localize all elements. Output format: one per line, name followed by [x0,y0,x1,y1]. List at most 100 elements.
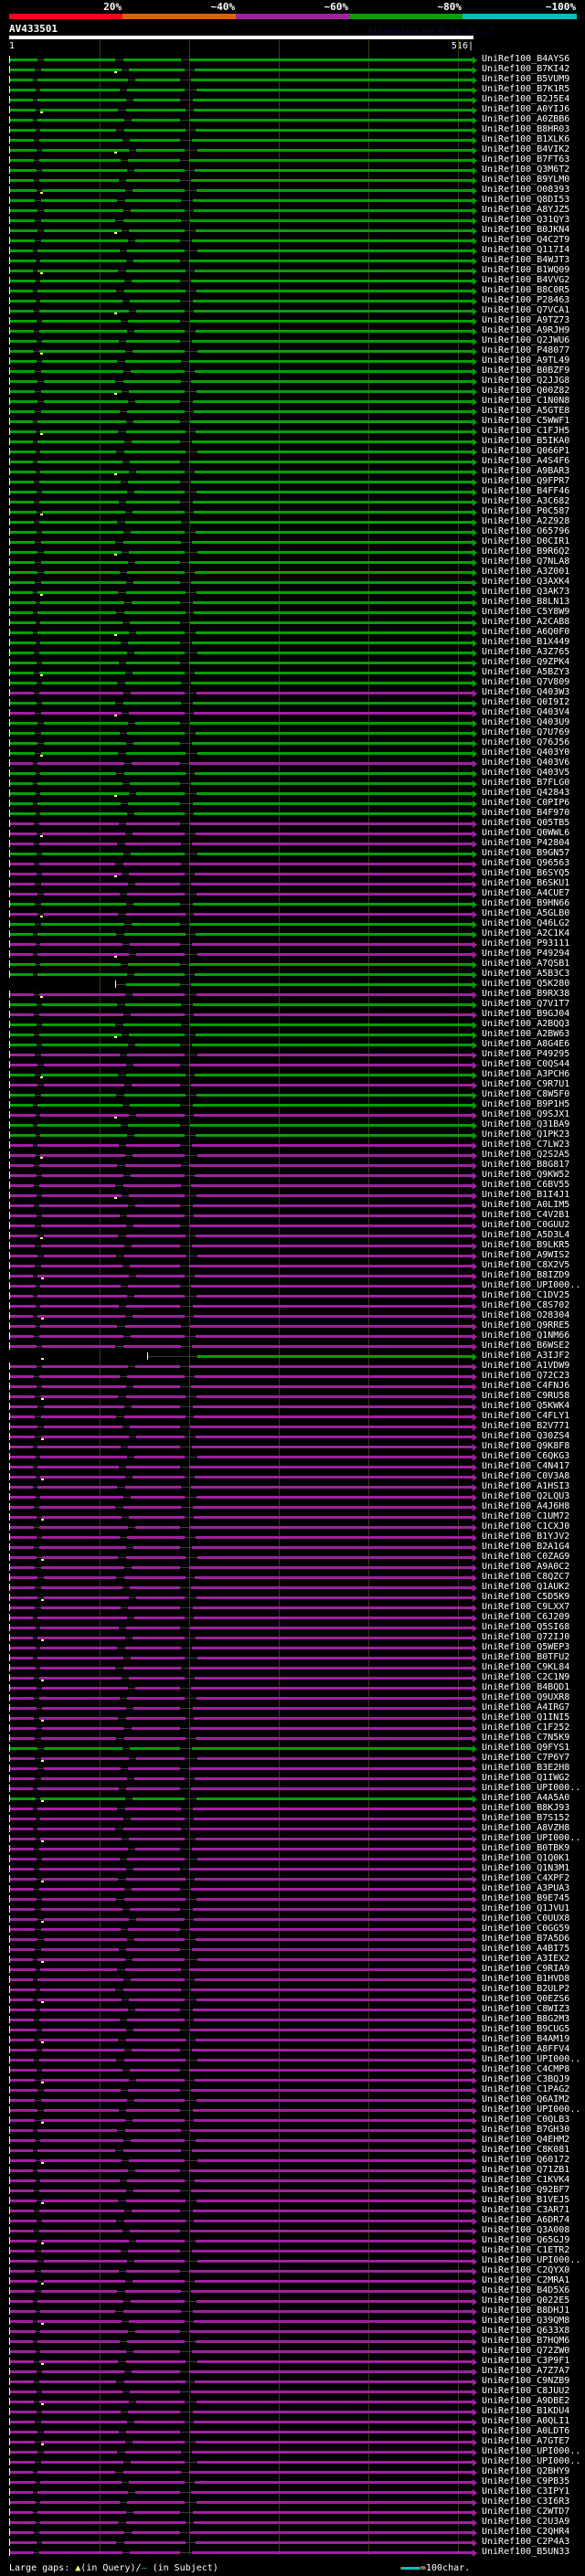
hit-label[interactable]: UniRef100_P49295 [482,1049,569,1059]
hit-label[interactable]: UniRef100_Q9FPR7 [482,476,569,486]
hit-label[interactable]: UniRef100_Q2LQU3 [482,1491,569,1501]
hit-label[interactable]: UniRef100_B8IZD9 [482,1270,569,1280]
hit-label[interactable]: UniRef100_A9WIS2 [482,1250,569,1260]
hit-label[interactable]: UniRef100_B1YJV2 [482,1532,569,1542]
hit-label[interactable]: UniRef100_B7FLG0 [482,778,569,788]
hit-label[interactable]: UniRef100_A2Z928 [482,516,569,526]
hit-label[interactable]: UniRef100_Q46LG2 [482,918,569,928]
hit-label[interactable]: UniRef100_C9PB35 [482,2476,569,2486]
hit-label[interactable]: UniRef100_Q1AUK2 [482,1582,569,1592]
hit-label[interactable]: UniRef100_B1I4J1 [482,1190,569,1200]
hit-label[interactable]: UniRef100_UPI000.. [482,2446,580,2456]
hit-label[interactable]: UniRef100_C3P9F1 [482,2356,569,2366]
hit-label[interactable]: UniRef100_A9DBE2 [482,2396,569,2406]
hit-label[interactable]: UniRef100_A4CUE7 [482,888,569,898]
hit-label[interactable]: UniRef100_C4V2B1 [482,1210,569,1220]
hit-label[interactable]: UniRef100_A0LDT6 [482,2426,569,2436]
hit-label[interactable]: UniRef100_B6SYQ5 [482,868,569,878]
hit-label[interactable]: UniRef100_Q7U769 [482,727,569,737]
hit-label[interactable]: UniRef100_C5D5K9 [482,1592,569,1602]
hit-label[interactable]: UniRef100_P42804 [482,838,569,848]
hit-label[interactable]: UniRef100_A4A5A0 [482,1793,569,1803]
hit-label[interactable]: UniRef100_A7GTE7 [482,2436,569,2446]
hit-label[interactable]: UniRef100_B1VEJ5 [482,2195,569,2205]
hit-label[interactable]: UniRef100_C8JUU2 [482,2386,569,2396]
hit-label[interactable]: UniRef100_Q7V1T7 [482,999,569,1009]
hit-label[interactable]: UniRef100_Q633X8 [482,2326,569,2336]
hit-label[interactable]: UniRef100_C2P4A3 [482,2537,569,2547]
hit-label[interactable]: UniRef100_Q403V5 [482,768,569,778]
hit-label[interactable]: UniRef100_C1DV25 [482,1290,569,1300]
hit-label[interactable]: UniRef100_C4XPF2 [482,1873,569,1883]
hit-label[interactable]: UniRef100_B1X449 [482,637,569,647]
hit-label[interactable]: UniRef100_Q2JJG8 [482,376,569,386]
hit-label[interactable]: UniRef100_B7FT63 [482,154,569,164]
hit-label[interactable]: UniRef100_A7Z7A7 [482,2366,569,2376]
hit-label[interactable]: UniRef100_C0QLB3 [482,2115,569,2125]
hit-label[interactable]: UniRef100_C8WIZ3 [482,2004,569,2014]
hit-label[interactable]: UniRef100_A5GTE8 [482,406,569,416]
hit-label[interactable]: UniRef100_Q9KW52 [482,1170,569,1180]
hit-label[interactable]: UniRef100_Q9ZPK4 [482,657,569,667]
hit-label[interactable]: UniRef100_C2WTD7 [482,2507,569,2517]
hit-label[interactable]: UniRef100_B8LN13 [482,597,569,607]
hit-label[interactable]: UniRef100_P48077 [482,345,569,355]
hit-label[interactable]: UniRef100_B8HR03 [482,124,569,134]
hit-label[interactable]: UniRef100_C3I6R3 [482,2496,569,2507]
hit-label[interactable]: UniRef100_Q2BHY9 [482,2466,569,2476]
hit-label[interactable]: UniRef100_C1PAG2 [482,2084,569,2094]
hit-label[interactable]: UniRef100_C0QS44 [482,1059,569,1069]
hit-label[interactable]: UniRef100_Q76J56 [482,737,569,747]
hit-label[interactable]: UniRef100_UPI000.. [482,1833,580,1843]
hit-label[interactable]: UniRef100_B7S152 [482,1813,569,1823]
hit-label[interactable]: UniRef100_Q1NM66 [482,1330,569,1341]
hit-label[interactable]: UniRef100_C4FNJ6 [482,1381,569,1391]
hit-label[interactable]: UniRef100_C9KL84 [482,1662,569,1672]
hit-label[interactable]: UniRef100_A0ZBB6 [482,114,569,124]
hit-label[interactable]: UniRef100_B0TFU2 [482,1652,569,1662]
hit-label[interactable]: UniRef100_A9TL49 [482,355,569,366]
hit-label[interactable]: UniRef100_P49294 [482,949,569,959]
hit-label[interactable]: UniRef100_A3Z001 [482,567,569,577]
hit-label[interactable]: UniRef100_Q6AIM2 [482,2094,569,2104]
hit-label[interactable]: UniRef100_C9RIA9 [482,1964,569,1974]
hit-label[interactable]: UniRef100_C3AR71 [482,2205,569,2215]
hit-label[interactable]: UniRef100_B2V771 [482,1421,569,1431]
hit-label[interactable]: UniRef100_C0PIP6 [482,798,569,808]
hit-label[interactable]: UniRef100_C9RU58 [482,1391,569,1401]
hit-label[interactable]: UniRef100_B9GN57 [482,848,569,858]
hit-label[interactable]: UniRef100_Q1Q0K1 [482,1853,569,1863]
hit-label[interactable]: UniRef100_C7N5K9 [482,1733,569,1743]
hit-label[interactable]: UniRef100_UPI000.. [482,2054,580,2064]
hit-label[interactable]: UniRef100_UPI000.. [482,1783,580,1793]
hit-label[interactable]: UniRef100_Q7V809 [482,677,569,687]
hit-label[interactable]: UniRef100_Q066P1 [482,446,569,456]
hit-label[interactable]: UniRef100_A8YJZ5 [482,205,569,215]
hit-label[interactable]: UniRef100_Q403W3 [482,687,569,697]
hit-label[interactable]: UniRef100_C6J209 [482,1612,569,1622]
hit-label[interactable]: UniRef100_Q0I9I2 [482,697,569,707]
hit-label[interactable]: UniRef100_B9CUG5 [482,2024,569,2034]
hit-label[interactable]: UniRef100_A8G4E6 [482,1039,569,1049]
hit-label[interactable]: UniRef100_A9A0C2 [482,1562,569,1572]
hit-label[interactable]: UniRef100_C0ZAG9 [482,1552,569,1562]
hit-label[interactable]: UniRef100_B8KJ93 [482,1803,569,1813]
hit-label[interactable]: UniRef100_B1XLK6 [482,134,569,144]
hit-label[interactable]: UniRef100_B0JKN4 [482,225,569,235]
hit-label[interactable]: UniRef100_B9RX38 [482,989,569,999]
hit-label[interactable]: UniRef100_O65796 [482,526,569,536]
hit-label[interactable]: UniRef100_A6DR74 [482,2215,569,2225]
hit-label[interactable]: UniRef100_C5Y8W9 [482,607,569,617]
hit-label[interactable]: UniRef100_UPI000.. [482,2104,580,2115]
hit-label[interactable]: UniRef100_B4D5X6 [482,2285,569,2295]
hit-label[interactable]: UniRef100_A2BW63 [482,1029,569,1039]
hit-label[interactable]: UniRef100_C2U3A9 [482,2517,569,2527]
hit-label[interactable]: UniRef100_A3IJF2 [482,1351,569,1361]
hit-label[interactable]: UniRef100_D0CIR1 [482,536,569,546]
hit-label[interactable]: UniRef100_B5IKA0 [482,436,569,446]
hit-label[interactable]: UniRef100_A3PCH6 [482,1069,569,1079]
hit-label[interactable]: UniRef100_UPI000.. [482,2255,580,2265]
hit-label[interactable]: UniRef100_C2C1N9 [482,1672,569,1682]
hit-label[interactable]: UniRef100_B5VUM9 [482,74,569,84]
hit-label[interactable]: UniRef100_A9RJH9 [482,325,569,335]
